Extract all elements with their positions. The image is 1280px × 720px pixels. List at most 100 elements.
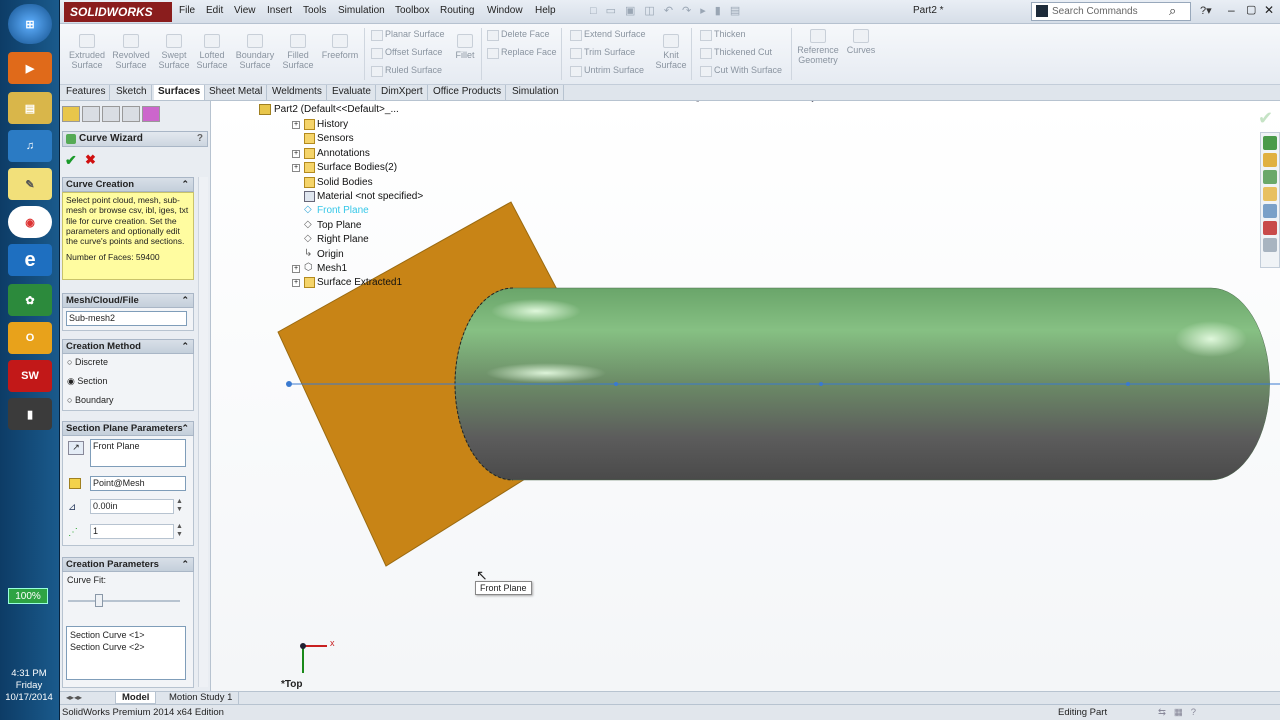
- tab-sketch[interactable]: Sketch: [112, 85, 152, 100]
- search-pane-icon[interactable]: [1263, 187, 1277, 201]
- curve-creation-header[interactable]: Curve Creation ⌃: [62, 177, 194, 192]
- count-spin-icon[interactable]: ▲ ▼: [176, 523, 183, 539]
- section-plane-parameters-header[interactable]: Section Plane Parameters ⌃: [62, 421, 194, 436]
- offset-distance-input[interactable]: 0.00in: [90, 499, 174, 514]
- collapse-icon[interactable]: ⌃: [181, 340, 189, 353]
- display-manager-tab-icon[interactable]: [142, 106, 160, 122]
- cancel-x-icon[interactable]: ✖: [85, 152, 96, 168]
- tree-item-material[interactable]: Material <not specified>: [304, 191, 423, 202]
- solidworks-resources-icon[interactable]: [1263, 136, 1277, 150]
- section-point[interactable]: [819, 382, 823, 386]
- tab-features[interactable]: Features: [62, 85, 111, 100]
- property-manager-tab-icon[interactable]: [82, 106, 100, 122]
- untrim-surface-button[interactable]: Untrim Surface: [570, 65, 644, 77]
- section-point[interactable]: [1126, 382, 1130, 386]
- collapse-icon[interactable]: ⌃: [181, 422, 189, 435]
- tab-model[interactable]: Model: [115, 692, 157, 704]
- menu-tools[interactable]: Tools: [303, 5, 326, 16]
- tab-weldments[interactable]: Weldments: [268, 85, 327, 100]
- menu-file[interactable]: File: [179, 5, 195, 16]
- feature-tree-root[interactable]: Part2 (Default<<Default>_...: [259, 104, 399, 115]
- tree-item-origin[interactable]: ↳ Origin: [304, 248, 344, 260]
- appearances-icon[interactable]: [1263, 221, 1277, 235]
- tree-item-surface-extracted1[interactable]: + Surface Extracted1: [292, 277, 402, 288]
- creation-method-header[interactable]: Creation Method ⌃: [62, 339, 194, 354]
- status-icons[interactable]: ⇆ ▦ ?: [1158, 705, 1196, 720]
- knit-surface-button[interactable]: Knit Surface: [654, 34, 688, 70]
- help-icon[interactable]: ?▾: [1200, 4, 1212, 17]
- collapse-icon[interactable]: ⌃: [181, 294, 189, 307]
- reference-geometry-button[interactable]: Reference Geometry: [793, 29, 843, 65]
- search-icon[interactable]: ⌕: [1169, 3, 1176, 19]
- pm-scrollbar[interactable]: [198, 177, 208, 687]
- dimxpert-tab-icon[interactable]: [122, 106, 140, 122]
- itunes-icon[interactable]: ♫: [8, 130, 52, 162]
- mesh-cloud-file-header[interactable]: Mesh/Cloud/File ⌃: [62, 293, 194, 308]
- help-question-icon[interactable]: ?: [197, 132, 203, 146]
- view-palette-icon[interactable]: [1263, 204, 1277, 218]
- creation-parameters-header[interactable]: Creation Parameters ⌃: [62, 557, 194, 572]
- tab-simulation[interactable]: Simulation: [508, 85, 564, 100]
- plane-count-input[interactable]: 1: [90, 524, 174, 539]
- menu-simulation[interactable]: Simulation: [338, 5, 385, 16]
- tree-item-mesh1[interactable]: + ⬡ Mesh1: [292, 262, 347, 274]
- section-point[interactable]: [614, 382, 618, 386]
- notes-icon[interactable]: ✎: [8, 168, 52, 200]
- design-library-icon[interactable]: [1263, 153, 1277, 167]
- offset-surface-button[interactable]: Offset Surface: [371, 47, 442, 59]
- section-line-endpoint[interactable]: [286, 381, 292, 387]
- file-explorer-icon[interactable]: ▤: [8, 92, 52, 124]
- windows-start-icon[interactable]: ⊞: [8, 4, 52, 44]
- tree-item-solid-bodies[interactable]: Solid Bodies: [304, 177, 373, 188]
- tab-evaluate[interactable]: Evaluate: [328, 85, 376, 100]
- trim-surface-button[interactable]: Trim Surface: [570, 47, 635, 59]
- internet-explorer-icon[interactable]: e: [8, 244, 52, 276]
- menu-routing[interactable]: Routing: [440, 5, 474, 16]
- curve-fit-slider[interactable]: [95, 594, 103, 607]
- section-curves-list[interactable]: Section Curve <1> Section Curve <2>: [66, 626, 186, 680]
- configuration-tab-icon[interactable]: [102, 106, 120, 122]
- filled-surface-button[interactable]: Filled Surface: [278, 34, 318, 70]
- custom-properties-icon[interactable]: [1263, 238, 1277, 252]
- solidworks-taskbar-icon[interactable]: SW: [8, 360, 52, 392]
- replace-face-button[interactable]: Replace Face: [487, 47, 557, 59]
- viewport-window-controls[interactable]: ▭▭▭✕: [1246, 101, 1280, 102]
- tab-sheet-metal[interactable]: Sheet Metal: [205, 85, 268, 100]
- clock[interactable]: 4:31 PM Friday 10/17/2014: [0, 668, 58, 704]
- tab-dimxpert[interactable]: DimXpert: [377, 85, 428, 100]
- tree-item-annotations[interactable]: + Annotations: [292, 148, 370, 159]
- plane-selection-field[interactable]: Front Plane: [90, 439, 186, 467]
- solidworks-logo[interactable]: SOLIDWORKS: [64, 2, 172, 22]
- tab-surfaces[interactable]: Surfaces: [154, 85, 206, 100]
- radio-boundary[interactable]: ○ Boundary: [67, 395, 113, 405]
- revolved-surface-button[interactable]: Revolved Surface: [110, 34, 152, 70]
- list-item[interactable]: Section Curve <1>: [70, 629, 182, 641]
- close-window-icon[interactable]: ✕: [1264, 3, 1274, 17]
- collapse-icon[interactable]: ⌃: [181, 178, 189, 191]
- radio-discrete[interactable]: ○ Discrete: [67, 357, 108, 367]
- swept-surface-button[interactable]: Swept Surface: [154, 34, 194, 70]
- extruded-surface-button[interactable]: Extruded Surface: [66, 34, 108, 70]
- menu-help[interactable]: Help: [535, 5, 556, 16]
- thicken-button[interactable]: Thicken: [700, 29, 746, 41]
- confirm-ok-icon[interactable]: ✔: [1258, 108, 1273, 129]
- tab-scroll-icons[interactable]: ◂▸◂▸: [66, 693, 82, 702]
- tool-icon[interactable]: ▮: [8, 398, 52, 430]
- delete-face-button[interactable]: Delete Face: [487, 29, 550, 41]
- menu-insert[interactable]: Insert: [267, 5, 292, 16]
- offset-spin-icon[interactable]: ▲ ▼: [176, 498, 183, 514]
- tab-office-products[interactable]: Office Products: [429, 85, 507, 100]
- graphics-area[interactable]: 🔍︎⌕⤡◧▣◩◐●◆▤ ▭▭▭✕ Part2 (Default<<Default…: [211, 101, 1280, 691]
- ok-check-icon[interactable]: ✔: [65, 152, 77, 169]
- tree-item-top-plane[interactable]: ◇ Top Plane: [304, 219, 361, 231]
- minimize-icon[interactable]: –: [1228, 3, 1235, 17]
- boundary-surface-button[interactable]: Boundary Surface: [232, 34, 278, 70]
- curves-button[interactable]: Curves: [845, 29, 877, 55]
- fillet-button[interactable]: Fillet: [450, 34, 480, 60]
- collapse-icon[interactable]: ⌃: [181, 558, 189, 571]
- tree-item-front-plane[interactable]: ◇ Front Plane: [304, 204, 369, 216]
- radio-section[interactable]: ◉ Section: [67, 376, 107, 387]
- restore-icon[interactable]: ▢: [1246, 3, 1256, 16]
- feature-tree-tab-icon[interactable]: [62, 106, 80, 122]
- tab-motion-study-1[interactable]: Motion Study 1: [163, 692, 240, 704]
